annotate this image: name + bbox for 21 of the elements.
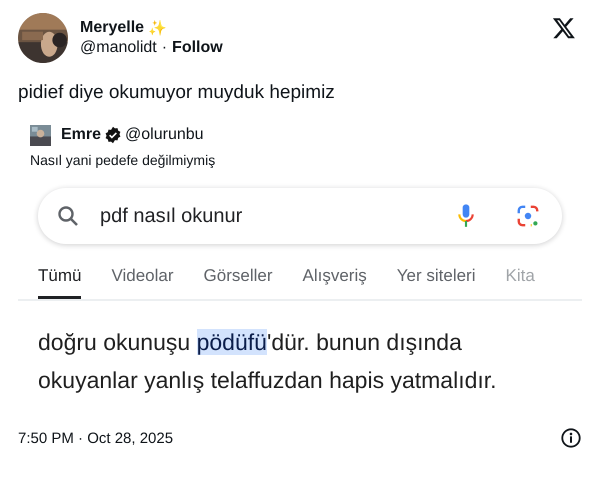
answer-text: doğru okunuşu pödüfü'dür. bunun dışında okuyanlar yanlış telaffuzdan hapis yatmalıdır.	[38, 328, 498, 395]
sparkles-emoji: ✨	[148, 19, 168, 37]
search-tab[interactable]: Alışveriş	[302, 262, 367, 299]
camera-lens-icon[interactable]	[516, 204, 540, 228]
quoted-author-handle: @olurunbu	[125, 126, 204, 144]
author-name: Meryelle	[80, 19, 144, 37]
quoted-post-text: Nasıl yani pedefe değilmiymiş	[30, 152, 216, 168]
search-tab[interactable]: Görseller	[204, 262, 273, 299]
x-logo-icon[interactable]	[552, 16, 576, 40]
search-tab[interactable]: Videolar	[111, 262, 174, 299]
follow-link[interactable]: Follow	[172, 39, 223, 57]
search-field[interactable]: pdf nasıl okunur	[38, 188, 562, 244]
post-text: pidief diye okumuyor muyduk hepimiz	[18, 82, 336, 104]
quoted-author-name: Emre	[61, 126, 102, 144]
search-tab[interactable]: Yer siteleri	[396, 262, 476, 299]
author-handle: @manolidt	[80, 39, 157, 57]
search-icon	[56, 204, 80, 228]
microphone-icon[interactable]	[456, 202, 476, 230]
separator: ·	[162, 39, 168, 57]
info-icon[interactable]	[560, 427, 582, 449]
timestamp: 7:50 PM · Oct 28, 2025	[18, 430, 174, 446]
